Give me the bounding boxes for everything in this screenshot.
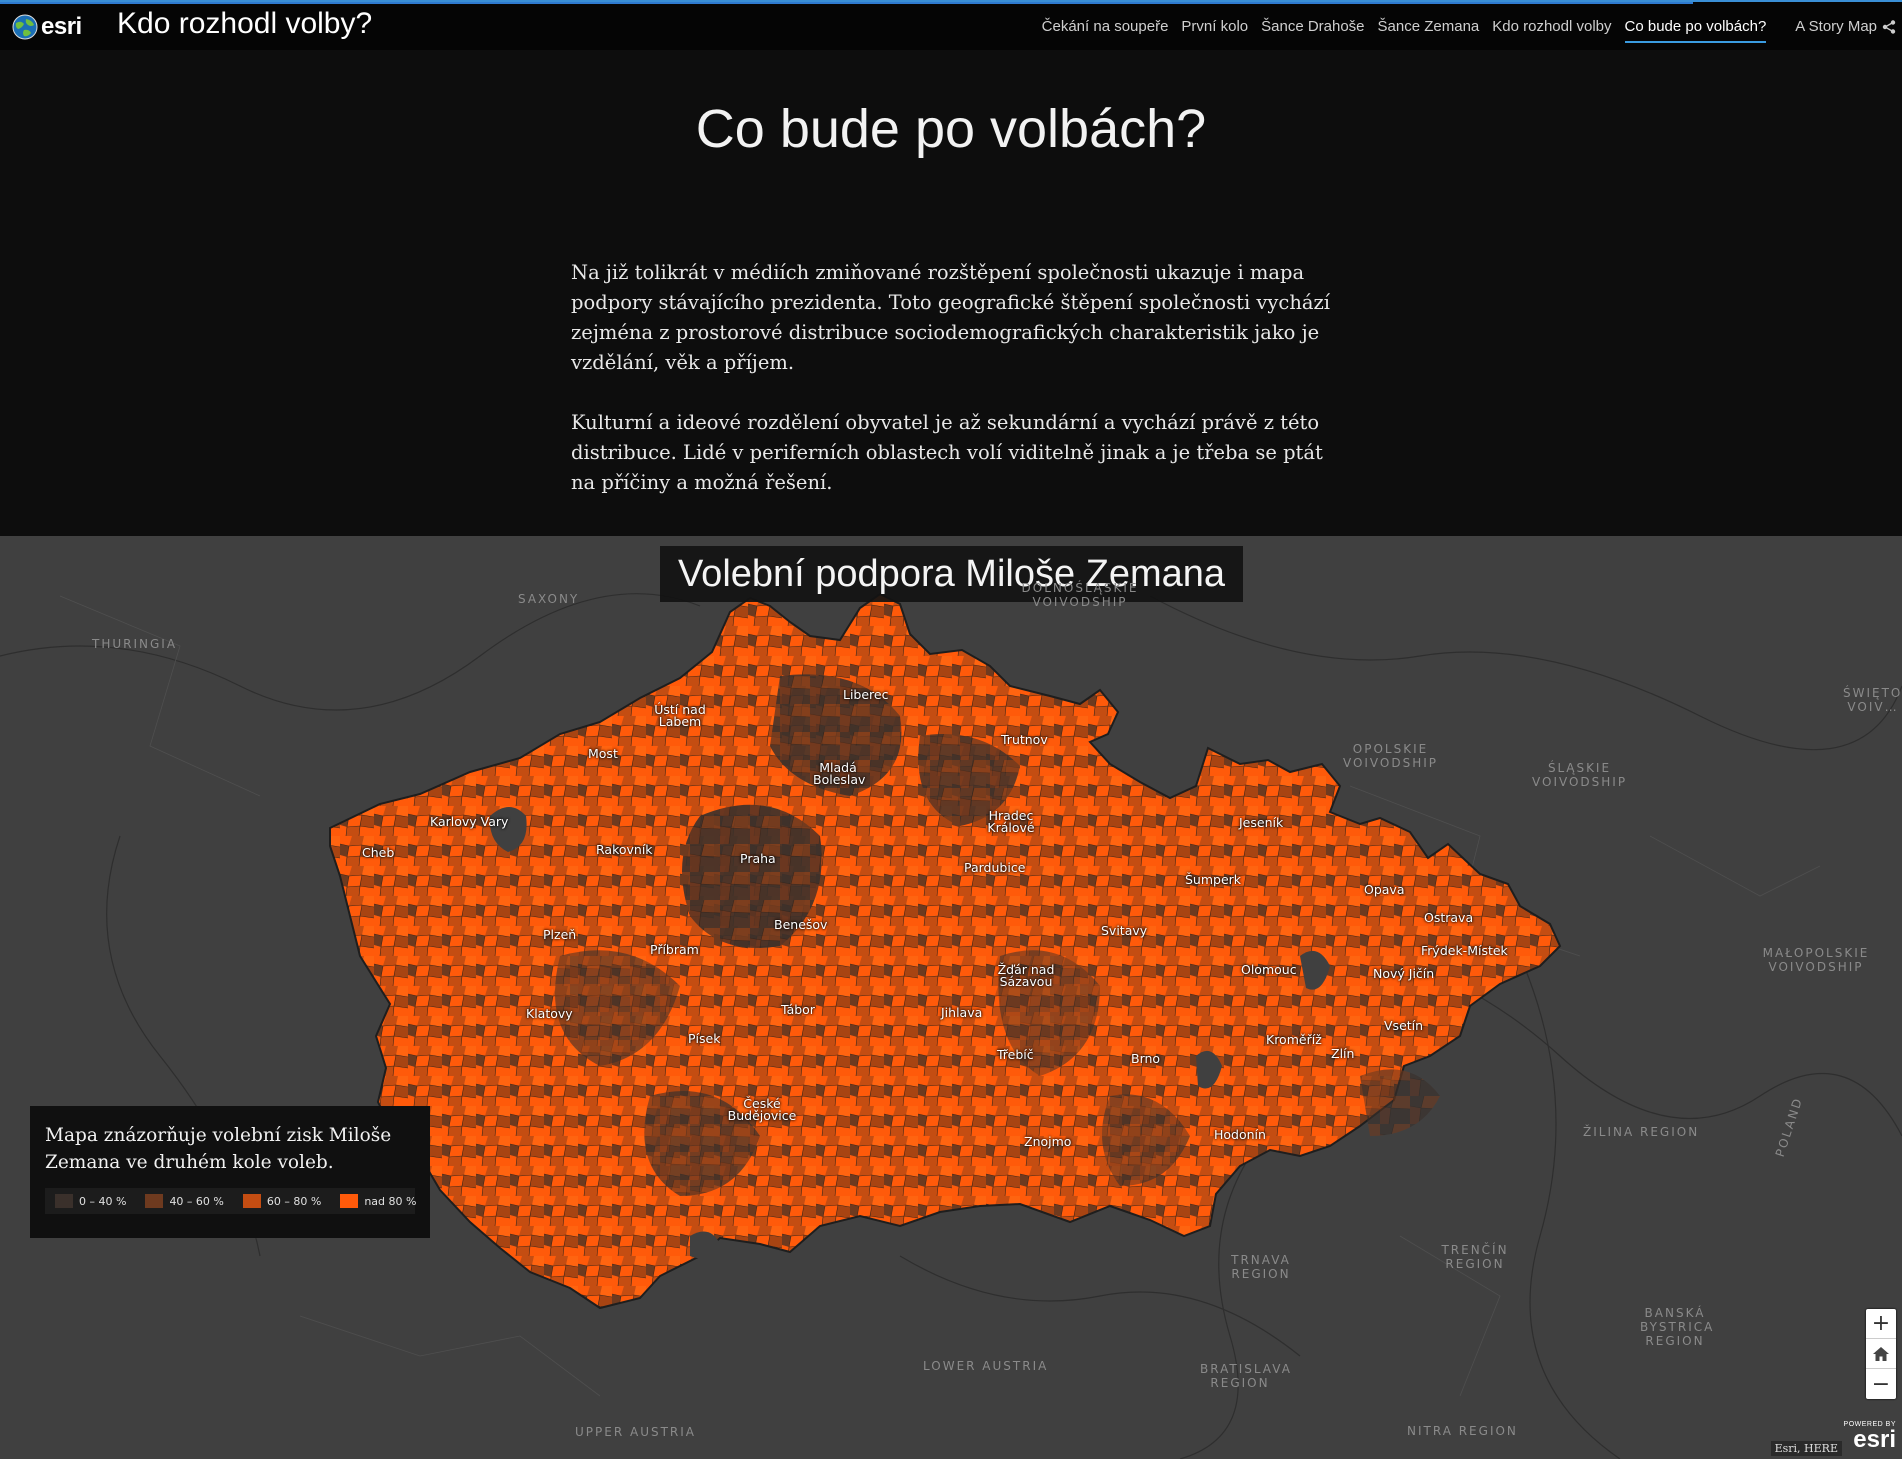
- story-map-link[interactable]: A Story Map: [1795, 18, 1896, 35]
- city-label: Písek: [688, 1031, 721, 1046]
- legend-class: 40 – 60 %: [145, 1194, 224, 1208]
- city-label: Klatovy: [526, 1006, 573, 1021]
- powered-esri-text: esri: [1853, 1426, 1896, 1453]
- nav-item-cekani[interactable]: Čekání na soupeře: [1042, 18, 1169, 41]
- city-label: Liberec: [843, 687, 889, 702]
- powered-by-esri-logo[interactable]: POWERED BY esri: [1836, 1421, 1896, 1455]
- city-label: Příbram: [650, 942, 699, 957]
- legend-description: Mapa znázorňuje volební zisk Miloše Zema…: [45, 1125, 392, 1173]
- share-icon[interactable]: [1882, 19, 1896, 34]
- basemap: [0, 536, 1902, 1459]
- nav-item-kdo-rozhodl[interactable]: Kdo rozhodl volby: [1492, 18, 1611, 41]
- legend-class: 60 – 80 %: [242, 1194, 322, 1208]
- zoom-in-button[interactable]: +: [1866, 1309, 1896, 1339]
- region-label: ŽILINA REGION: [1583, 1125, 1700, 1139]
- nav-item-co-bude[interactable]: Co bude po volbách?: [1624, 18, 1767, 43]
- region-label: THURINGIA: [92, 637, 178, 651]
- region-label: TRENČÍN REGION: [1441, 1243, 1509, 1271]
- esri-logo[interactable]: esri: [12, 11, 94, 43]
- city-label: Vsetín: [1384, 1018, 1424, 1033]
- city-label: Praha: [740, 851, 776, 866]
- legend-class: 0 – 40 %: [55, 1194, 126, 1208]
- map-view[interactable]: Volební podpora Miloše Zemana SAXONY THU…: [0, 536, 1902, 1459]
- section-title: Co bude po volbách?: [695, 99, 1207, 159]
- city-label: Tábor: [781, 1002, 815, 1017]
- map-legend: Mapa znázorňuje volební zisk Miloše Zema…: [30, 1106, 430, 1238]
- story-navigation: Čekání na soupeře První kolo Šance Draho…: [1042, 18, 1902, 43]
- city-label: Ústí nad Labem: [654, 702, 706, 729]
- city-label: Mladá Boleslav: [813, 760, 866, 787]
- city-label: Nový Jičín: [1373, 966, 1435, 981]
- city-label: Brno: [1131, 1051, 1161, 1066]
- region-label: UPPER AUSTRIA: [575, 1425, 697, 1439]
- city-label: Benešov: [774, 917, 828, 932]
- app-header: esri Kdo rozhodl volby? Čekání na soupeř…: [0, 0, 1902, 50]
- legend-classes: 0 – 40 % 40 – 60 % 60 – 80 % nad 80 %: [45, 1188, 416, 1214]
- legend-class: nad 80 %: [340, 1194, 416, 1208]
- city-label: Karlovy Vary: [430, 814, 509, 829]
- city-label: Zlín: [1331, 1046, 1355, 1061]
- city-label: Pardubice: [964, 860, 1026, 875]
- city-label: Šumperk: [1185, 872, 1242, 887]
- legend-label: 0 – 40 %: [79, 1194, 127, 1208]
- city-label: Jihlava: [941, 1005, 983, 1020]
- region-label: OPOLSKIE VOIVODSHIP: [1342, 742, 1439, 770]
- story-progress-bar: [0, 2, 1693, 4]
- city-label: Ostrava: [1424, 910, 1474, 925]
- nav-item-sance-drahose[interactable]: Šance Drahoše: [1261, 18, 1364, 41]
- legend-label: 60 – 80 %: [266, 1194, 322, 1208]
- city-label: Rakovník: [596, 842, 653, 857]
- city-label: Jeseník: [1239, 815, 1284, 830]
- region-label: TRNAVA REGION: [1231, 1253, 1291, 1281]
- zoom-controls: + −: [1866, 1309, 1896, 1399]
- map-title: Volební podpora Miloše Zemana: [660, 546, 1243, 602]
- app-title: Kdo rozhodl volby?: [117, 7, 373, 40]
- nav-item-sance-zemana[interactable]: Šance Zemana: [1378, 18, 1480, 41]
- home-button[interactable]: [1866, 1339, 1896, 1369]
- intro-paragraph: Kulturní a ideové rozdělení obyvatel je …: [571, 411, 1323, 494]
- city-label: Opava: [1364, 882, 1405, 897]
- city-label: Znojmo: [1024, 1134, 1072, 1149]
- globe-icon: [12, 14, 38, 40]
- city-label: Trutnov: [1001, 732, 1048, 747]
- story-map-label: A Story Map: [1795, 18, 1877, 35]
- legend-label: 40 – 60 %: [169, 1194, 224, 1208]
- home-icon: [1873, 1346, 1889, 1361]
- city-label: Olomouc: [1241, 962, 1297, 977]
- region-label: DOLNOŚLĄSKIE VOIVODSHIP: [1021, 581, 1139, 609]
- city-label: Frýdek-Místek: [1421, 943, 1508, 958]
- legend-swatch: [145, 1194, 164, 1208]
- legend-swatch: [340, 1194, 359, 1208]
- city-label: České Budějovice: [727, 1096, 797, 1123]
- section-intro: Co bude po volbách? Na již tolikrát v mé…: [0, 50, 1902, 536]
- city-label: Most: [588, 746, 618, 761]
- legend-swatch: [55, 1194, 73, 1208]
- region-label: BRATISLAVA REGION: [1200, 1362, 1292, 1390]
- legend-label: nad 80 %: [364, 1194, 417, 1208]
- city-label: Cheb: [362, 845, 395, 860]
- region-label: ŚLĄSKIE VOIVODSHIP: [1532, 761, 1628, 789]
- city-label: Kroměříž: [1266, 1032, 1322, 1047]
- region-label: ŚWIĘTO… VOIV…: [1843, 686, 1902, 714]
- intro-paragraph: Na již tolikrát v médiích zmiňované rozš…: [571, 261, 1331, 374]
- logo-text: esri: [41, 13, 82, 40]
- map-attribution[interactable]: Esri, HERE: [1770, 1441, 1842, 1456]
- city-label: Plzeň: [543, 927, 577, 942]
- zoom-out-button[interactable]: −: [1866, 1369, 1896, 1399]
- region-label: MAŁOPOLSKIE VOIVODSHIP: [1762, 946, 1870, 974]
- city-label: Třebíč: [997, 1047, 1034, 1062]
- region-label: SAXONY: [518, 592, 580, 606]
- nav-item-prvni-kolo[interactable]: První kolo: [1181, 18, 1248, 41]
- city-label: Svitavy: [1101, 923, 1148, 938]
- region-label: BANSKÁ BYSTRICA REGION: [1640, 1306, 1715, 1348]
- city-label: Žďár nad Sázavou: [997, 962, 1055, 989]
- region-label: NITRA REGION: [1407, 1424, 1518, 1438]
- region-label: LOWER AUSTRIA: [923, 1359, 1049, 1373]
- city-label: Hradec Králové: [987, 808, 1035, 835]
- city-label: Hodonín: [1214, 1127, 1266, 1142]
- legend-swatch: [242, 1194, 261, 1208]
